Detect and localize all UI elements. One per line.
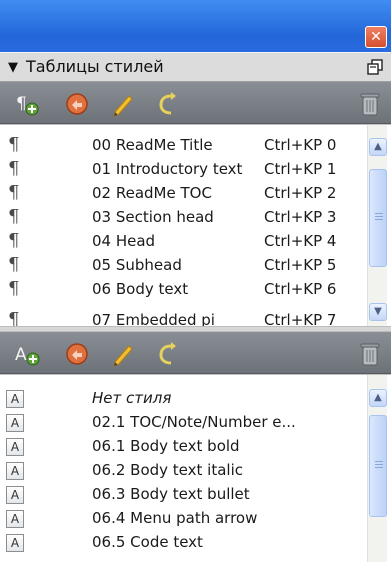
list-item[interactable]: ¶ 02 ReadMe TOC Ctrl+KP 2 [0,182,360,206]
style-name: 05 Subhead [92,256,182,274]
paragraph-styles-toolbar: ¶ [0,82,391,124]
new-paragraph-style-icon[interactable]: ¶ [14,91,40,117]
list-item[interactable]: A 02.1 TOC/Note/Number e... [0,412,360,436]
style-shortcut: Ctrl+KP 2 [264,184,337,202]
edit-style-icon[interactable] [110,91,136,117]
scroll-down-button[interactable]: ▼ [369,303,387,321]
new-character-style-icon[interactable]: A [14,341,40,367]
paragraph-styles-list[interactable]: ¶ 00 ReadMe Title Ctrl+KP 0 ¶ 01 Introdu… [0,124,391,326]
paragraph-mark-icon: ¶ [8,158,20,179]
character-styles-list[interactable]: A Нет стиля A 02.1 TOC/Note/Number e... … [0,374,391,562]
edit-style-icon[interactable] [110,341,136,367]
delete-style-icon[interactable] [359,91,381,117]
list-item[interactable]: ¶ 04 Head Ctrl+KP 4 [0,230,360,254]
style-name: 03 Section head [92,208,214,226]
list-item[interactable]: A 06.3 Body text bullet [0,484,360,508]
list-item[interactable]: ¶ 03 Section head Ctrl+KP 3 [0,206,360,230]
list-item[interactable]: ¶ 07 Embedded pi Ctrl+KP 7 [0,309,360,326]
apply-style-icon[interactable] [64,91,90,117]
panel-header[interactable]: ▼ Таблицы стилей [0,52,391,82]
character-style-icon: A [6,390,24,408]
duplicate-style-icon[interactable] [154,341,180,367]
list-item[interactable]: ¶ 06 Body text Ctrl+KP 6 [0,278,360,302]
style-shortcut: Ctrl+KP 1 [264,160,337,178]
style-shortcut: Ctrl+KP 0 [264,136,337,154]
character-style-icon: A [6,438,24,456]
style-shortcut: Ctrl+KP 4 [264,232,337,250]
style-name: 02 ReadMe TOC [92,184,212,202]
style-shortcut: Ctrl+KP 5 [264,256,337,274]
character-style-icon: A [6,486,24,504]
close-icon: ✕ [370,29,382,45]
delete-style-icon[interactable] [359,341,381,367]
list-item[interactable]: A 06.5 Code text [0,532,360,556]
paragraph-mark-icon: ¶ [8,182,20,203]
style-name: 02.1 TOC/Note/Number e... [92,413,296,431]
character-style-icon: A [6,534,24,552]
style-name: 07 Embedded pi [92,311,215,326]
style-name: 06.4 Menu path arrow [92,509,258,527]
palette-titlebar[interactable]: ✕ [0,0,391,52]
paragraph-mark-icon: ¶ [8,309,20,326]
svg-text:A: A [15,345,27,365]
scroll-up-button[interactable]: ▲ [369,389,387,407]
list-item[interactable]: A Нет стиля [0,388,360,412]
paragraph-mark-icon: ¶ [8,134,20,155]
style-shortcut: Ctrl+KP 6 [264,280,337,298]
list-item[interactable]: ¶ 01 Introductory text Ctrl+KP 1 [0,158,360,182]
style-name: 06.2 Body text italic [92,461,243,479]
character-style-icon: A [6,462,24,480]
collapse-arrow-icon[interactable]: ▼ [8,60,18,75]
style-name: 04 Head [92,232,156,250]
style-shortcut: Ctrl+KP 7 [264,311,337,326]
list-item[interactable]: A 06.2 Body text italic [0,460,360,484]
style-name: 06.5 Code text [92,533,203,551]
close-button[interactable]: ✕ [365,26,387,48]
list-item[interactable]: A 06.4 Menu path arrow [0,508,360,532]
paragraph-list-scrollbar[interactable]: ▲ ▼ [367,125,387,326]
scroll-thumb[interactable] [369,415,387,517]
panel-menu-icon[interactable] [367,59,383,75]
svg-text:¶: ¶ [16,94,27,114]
style-name: 06 Body text [92,280,189,298]
character-style-icon: A [6,510,24,528]
paragraph-mark-icon: ¶ [8,230,20,251]
character-list-scrollbar[interactable]: ▲ [367,375,387,562]
scroll-thumb[interactable] [369,169,387,267]
character-style-icon: A [6,414,24,432]
paragraph-mark-icon: ¶ [8,206,20,227]
style-name: 06.3 Body text bullet [92,485,250,503]
paragraph-mark-icon: ¶ [8,278,20,299]
style-shortcut: Ctrl+KP 3 [264,208,337,226]
style-name: Нет стиля [92,389,172,407]
apply-style-icon[interactable] [64,341,90,367]
list-item[interactable]: A 06.1 Body text bold [0,436,360,460]
list-item[interactable]: ¶ 05 Subhead Ctrl+KP 5 [0,254,360,278]
style-name: 01 Introductory text [92,160,243,178]
style-name: 06.1 Body text bold [92,437,240,455]
panel-title: Таблицы стилей [26,57,164,76]
duplicate-style-icon[interactable] [154,91,180,117]
character-styles-toolbar: A [0,332,391,374]
list-item[interactable]: ¶ 00 ReadMe Title Ctrl+KP 0 [0,134,360,158]
paragraph-mark-icon: ¶ [8,254,20,275]
style-name: 00 ReadMe Title [92,136,213,154]
scroll-up-button[interactable]: ▲ [369,138,387,156]
